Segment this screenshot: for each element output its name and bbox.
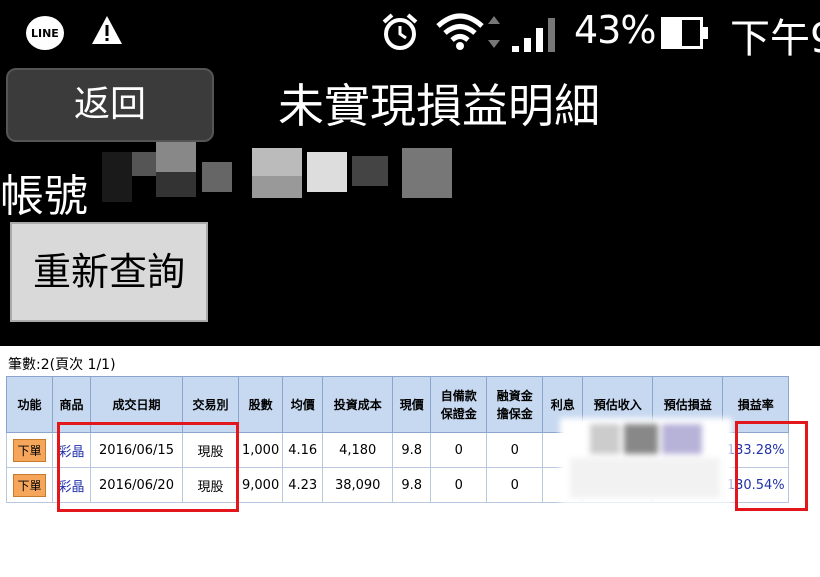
redacted-values [560, 418, 732, 504]
trade-date: 2016/06/20 [90, 467, 183, 503]
col-pl-rate: 損益率 [722, 376, 790, 433]
self-fund: 0 [430, 467, 488, 503]
shares: 9,000 [237, 467, 284, 503]
clock-time: 下午9 [730, 16, 820, 62]
pl-rate: 130.54% [722, 467, 790, 503]
back-button[interactable]: 返回 [6, 68, 214, 142]
self-fund: 0 [430, 432, 488, 468]
line-icon-text: LINE [31, 27, 59, 40]
col-price: 現價 [392, 376, 432, 433]
shares: 1,000 [237, 432, 284, 468]
margin-fund: 0 [486, 432, 544, 468]
warning-icon [92, 16, 122, 44]
col-shares: 股數 [237, 376, 284, 433]
wifi-icon [436, 13, 500, 50]
avg-price: 4.23 [282, 467, 324, 503]
margin-fund: 0 [486, 467, 544, 503]
cost: 4,180 [322, 432, 394, 468]
signal-icon [512, 18, 555, 52]
col-action: 功能 [6, 376, 53, 433]
battery-icon [661, 17, 708, 49]
order-button[interactable]: 下單 [13, 473, 46, 497]
product-link[interactable]: 彩晶 [52, 467, 91, 503]
trade-type: 現股 [182, 432, 239, 468]
battery-percentage: 43% [574, 8, 656, 52]
account-label: 帳號 [0, 171, 88, 222]
price: 9.8 [392, 432, 432, 468]
col-cost: 投資成本 [322, 376, 394, 433]
order-button[interactable]: 下單 [13, 438, 46, 462]
product-link[interactable]: 彩晶 [52, 432, 91, 468]
trade-date: 2016/06/15 [90, 432, 183, 468]
col-avg-price: 均價 [282, 376, 324, 433]
page-title: 未實現損益明細 [278, 79, 600, 133]
cost: 38,090 [322, 467, 394, 503]
col-trade-type: 交易別 [182, 376, 239, 433]
avg-price: 4.16 [282, 432, 324, 468]
account-number-redacted [102, 142, 462, 222]
requery-button[interactable]: 重新查詢 [10, 222, 208, 322]
pl-rate: 133.28% [722, 432, 790, 468]
alarm-icon [382, 13, 418, 50]
trade-type: 現股 [182, 467, 239, 503]
col-product: 商品 [52, 376, 91, 433]
line-app-icon: LINE [26, 16, 64, 50]
col-margin-fund: 融資金 擔保金 [486, 376, 544, 433]
price: 9.8 [392, 467, 432, 503]
record-count: 筆數:2(頁次 1/1) [8, 357, 116, 373]
col-self-fund: 自備款 保證金 [430, 376, 488, 433]
status-bar: LINE 43% 下午9 [0, 0, 820, 64]
col-date: 成交日期 [90, 376, 183, 433]
